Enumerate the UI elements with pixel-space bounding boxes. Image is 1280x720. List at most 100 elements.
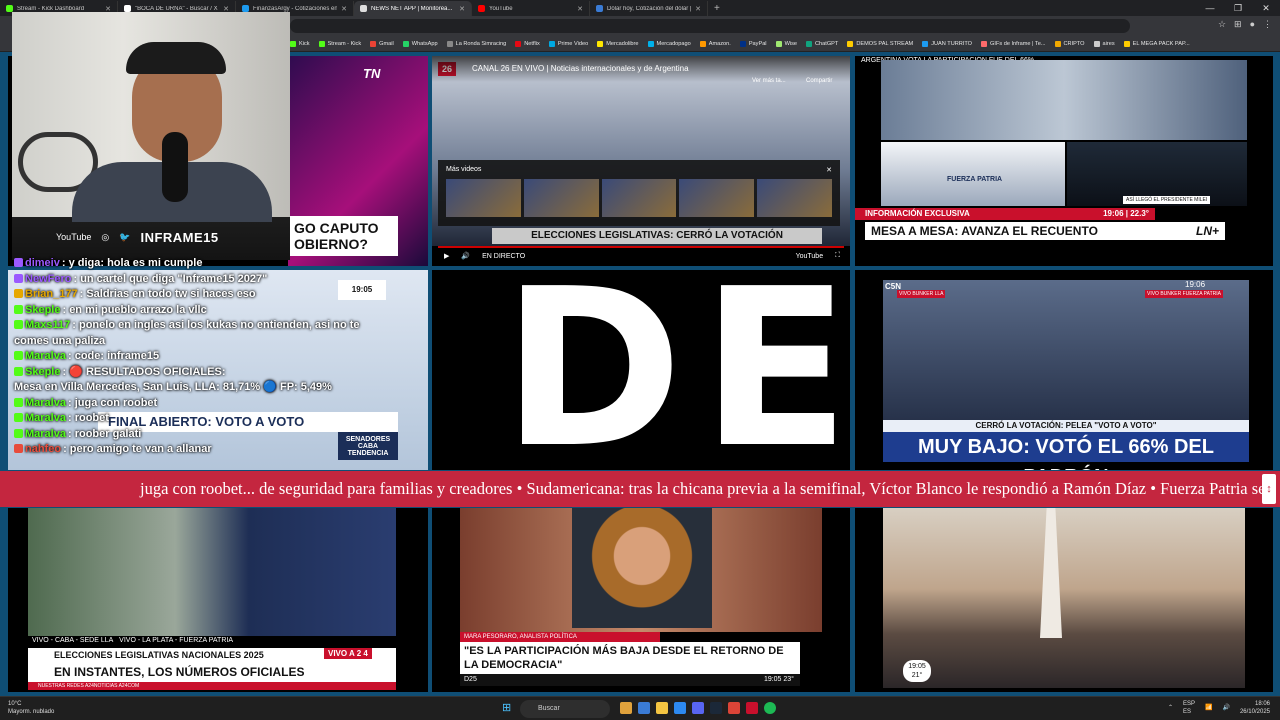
- video-thumb[interactable]: [679, 179, 755, 217]
- bookmark-item[interactable]: ChatGPT: [806, 40, 839, 47]
- bookmark-icon: [739, 40, 746, 47]
- bookmark-item[interactable]: Amazon.: [699, 40, 731, 47]
- chat-username[interactable]: NewFero: [25, 273, 71, 285]
- browser-tab[interactable]: NEWS NET APP | Monitorea... ✕: [354, 1, 472, 16]
- bookmark-item[interactable]: DEMOS PAL STREAM: [847, 40, 913, 47]
- bookmark-item[interactable]: La Ronda Simracing: [446, 40, 506, 47]
- chat-username[interactable]: Maxs117: [25, 319, 70, 331]
- taskbar: 10°C Mayorm. nublado ⊞ Buscar ⌃ ESP ES 📶 …: [0, 696, 1280, 720]
- address-bar[interactable]: [290, 19, 1130, 33]
- explorer-icon[interactable]: [620, 702, 632, 714]
- tab-close-icon[interactable]: ✕: [459, 5, 465, 13]
- star-icon[interactable]: ☆: [1218, 19, 1226, 30]
- chat-username[interactable]: Maralva: [25, 428, 66, 440]
- video-thumb[interactable]: [446, 179, 521, 217]
- live-label: EN DIRECTO: [482, 252, 526, 260]
- edge-icon[interactable]: [638, 702, 650, 714]
- bookmark-icon: [370, 40, 377, 47]
- bookmark-label: ChatGPT: [815, 40, 839, 47]
- chat-username[interactable]: Maralva: [25, 412, 66, 424]
- bookmark-item[interactable]: EL MEGA PACK PAP...: [1123, 40, 1190, 47]
- fullscreen-icon[interactable]: ⛶: [835, 252, 840, 260]
- volume-icon[interactable]: 🔊: [461, 252, 470, 260]
- analyst-figure: [572, 508, 712, 628]
- bookmark-item[interactable]: Gmail: [370, 40, 394, 47]
- a24-loc2: VIVO - LA PLATA - FUERZA PATRIA: [119, 637, 233, 644]
- browser-tab[interactable]: Dólar hoy, Cotización del dólar | ... ✕: [590, 1, 708, 16]
- extensions-icon[interactable]: ⊞: [1234, 19, 1242, 30]
- steam-icon[interactable]: [710, 702, 722, 714]
- windows-start-icon[interactable]: ⊞: [502, 702, 514, 714]
- chat-username[interactable]: Maralva: [25, 397, 66, 409]
- video-thumb[interactable]: [757, 179, 832, 217]
- stream-canal26[interactable]: 26 CANAL 26 EN VIVO | Noticias internaci…: [432, 56, 850, 266]
- menu-icon[interactable]: ⋮: [1263, 19, 1272, 30]
- bookmark-item[interactable]: CRIPTO: [1054, 40, 1085, 47]
- share-label[interactable]: Compartir: [806, 78, 832, 84]
- spotify-icon[interactable]: [764, 702, 776, 714]
- clock[interactable]: 18:06 26/10/2025: [1240, 700, 1270, 716]
- taskbar-search[interactable]: Buscar: [520, 700, 610, 718]
- youtube-logo[interactable]: YouTube: [796, 253, 824, 260]
- folder-icon[interactable]: [656, 702, 668, 714]
- stream-analyst[interactable]: MARA PESORARO, ANALISTA POLÍTICA "ES LA …: [432, 508, 850, 692]
- store-icon[interactable]: [674, 702, 686, 714]
- chat-username[interactable]: Brian_177: [25, 288, 78, 300]
- chat-username[interactable]: Skeple: [25, 304, 60, 316]
- browser-tab[interactable]: YouTube ✕: [472, 1, 590, 16]
- play-icon[interactable]: ▶: [444, 252, 449, 260]
- bookmark-item[interactable]: PayPal: [739, 40, 767, 47]
- bookmark-item[interactable]: aires: [1093, 40, 1115, 47]
- video-thumb[interactable]: [523, 179, 599, 217]
- bookmark-item[interactable]: Mercadolibre: [597, 40, 639, 47]
- new-tab-button[interactable]: +: [708, 1, 726, 16]
- bookmark-item[interactable]: Mercadopago: [647, 40, 691, 47]
- tab-close-icon[interactable]: ✕: [695, 5, 701, 13]
- chrome-icon[interactable]: [728, 702, 740, 714]
- video-thumb[interactable]: [601, 179, 677, 217]
- minimize-button[interactable]: —: [1196, 0, 1224, 16]
- lang-indicator[interactable]: ESP ES: [1183, 700, 1195, 716]
- volume-tray-icon[interactable]: 🔊: [1222, 704, 1229, 712]
- progress-bar[interactable]: [438, 246, 844, 248]
- stream-de[interactable]: DE: [432, 270, 850, 470]
- obs-icon[interactable]: [746, 702, 758, 714]
- bookmark-item[interactable]: GIFs de Inframe | Te...: [981, 40, 1046, 47]
- de-text: DE: [502, 270, 850, 470]
- bookmark-item[interactable]: Netflix: [515, 40, 540, 47]
- stream-c5n[interactable]: C5N VIVO BUNKER LLA VIVO BUNKER FUERZA P…: [855, 270, 1273, 470]
- ln-headline-text: MESA A MESA: AVANZA EL RECUENTO: [871, 224, 1098, 238]
- bookmark-item[interactable]: Prime Video: [548, 40, 588, 47]
- close-window-button[interactable]: ✕: [1252, 0, 1280, 16]
- chat-text: : juga con roobet: [67, 396, 158, 409]
- chat-username[interactable]: nahfeo: [25, 443, 61, 455]
- profile-icon[interactable]: ●: [1250, 19, 1255, 30]
- bookmark-item[interactable]: Wise: [775, 40, 797, 47]
- stream-lnplus[interactable]: FUERZA PATRIA ASÍ LLEGÓ EL PRESIDENTE MI…: [855, 56, 1273, 266]
- stream-obelisco[interactable]: 19:05 21°: [855, 508, 1273, 692]
- bookmark-item[interactable]: Kick: [290, 40, 310, 47]
- bookmark-item[interactable]: WhatsApp: [402, 40, 438, 47]
- weather-widget[interactable]: 10°C Mayorm. nublado: [8, 700, 54, 716]
- chat-username[interactable]: Skeple: [25, 366, 60, 378]
- stream-a24[interactable]: VIVO - CABA - SEDE LLA VIVO - LA PLATA -…: [8, 508, 428, 692]
- chat-username[interactable]: Maralva: [25, 350, 66, 362]
- tab-close-icon[interactable]: ✕: [341, 5, 347, 13]
- video-title[interactable]: CANAL 26 EN VIVO | Noticias internaciona…: [432, 56, 850, 82]
- bookmark-item[interactable]: JUAN TURRITO: [922, 40, 972, 47]
- ln-side-caption: ASÍ LLEGÓ EL PRESIDENTE MILEI: [1123, 196, 1211, 204]
- tray-chevron-icon[interactable]: ⌃: [1168, 704, 1173, 712]
- bookmark-label: PayPal: [748, 40, 767, 47]
- network-icon[interactable]: 📶: [1205, 704, 1212, 712]
- discord-icon[interactable]: [692, 702, 704, 714]
- streamer-handle: INFRAME15: [140, 229, 219, 245]
- close-icon[interactable]: ✕: [826, 166, 832, 174]
- ticker-resize-handle[interactable]: ↕: [1262, 474, 1276, 504]
- tab-close-icon[interactable]: ✕: [577, 5, 583, 13]
- watch-later-label[interactable]: Ver más ta...: [752, 78, 786, 84]
- tab-title: NEWS NET APP | Monitorea...: [371, 5, 453, 12]
- more-videos-panel[interactable]: Más videos ✕: [438, 160, 840, 226]
- chat-username[interactable]: dimeiv: [25, 257, 60, 269]
- maximize-button[interactable]: ❐: [1224, 0, 1252, 16]
- bookmark-item[interactable]: Stream - Kick: [318, 40, 361, 47]
